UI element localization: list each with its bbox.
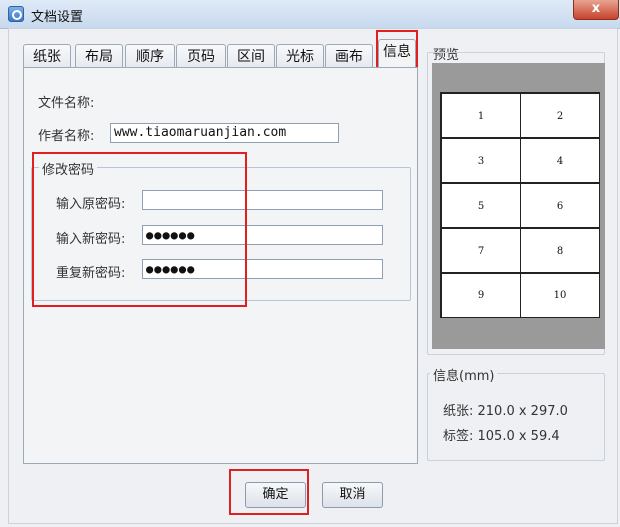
- paper-size-text: 纸张: 210.0 x 297.0: [443, 404, 568, 419]
- label-cell: 7: [441, 228, 521, 274]
- tab-layout[interactable]: 布局: [75, 44, 123, 69]
- label-cell: 1: [441, 93, 521, 139]
- close-button[interactable]: x: [573, 0, 619, 20]
- tab-cursor[interactable]: 光标: [276, 44, 324, 69]
- label-cell: 2: [520, 93, 600, 139]
- label-cell: 10: [520, 273, 600, 319]
- label-cell: 4: [520, 138, 600, 184]
- tab-order[interactable]: 顺序: [125, 44, 175, 69]
- tab-canvas[interactable]: 画布: [325, 44, 373, 69]
- password-highlight: [32, 152, 247, 307]
- label-cell: 8: [520, 228, 600, 274]
- app-icon: [8, 6, 24, 22]
- dialog-content: 纸张 布局 顺序 页码 区间 光标 画布 信息 文件名称: 作者名称: www.…: [8, 28, 618, 524]
- info-group-title: 信息(mm): [430, 365, 498, 384]
- author-label: 作者名称:: [38, 129, 95, 144]
- author-input[interactable]: www.tiaomaruanjian.com: [110, 123, 339, 143]
- file-name-label: 文件名称:: [38, 96, 95, 111]
- document-settings-dialog: 文档设置 x 纸张 布局 顺序 页码 区间 光标 画布 信息 文件名称: 作者名…: [0, 0, 620, 527]
- preview-area: 1 2 3 4 5 6 7 8 9 10: [432, 63, 605, 349]
- label-cell: 9: [441, 273, 521, 319]
- tab-page-number[interactable]: 页码: [176, 44, 226, 69]
- tab-range[interactable]: 区间: [227, 44, 275, 69]
- window-title: 文档设置: [31, 10, 84, 25]
- label-cell: 6: [520, 183, 600, 229]
- label-size-text: 标签: 105.0 x 59.4: [443, 429, 560, 444]
- cancel-button[interactable]: 取消: [322, 482, 383, 508]
- ok-button-highlight: [229, 469, 309, 515]
- preview-sheet: 1 2 3 4 5 6 7 8 9 10: [440, 92, 600, 319]
- tab-paper[interactable]: 纸张: [23, 44, 71, 69]
- label-cell: 5: [441, 183, 521, 229]
- label-cell: 3: [441, 138, 521, 184]
- titlebar[interactable]: 文档设置 x: [0, 0, 620, 29]
